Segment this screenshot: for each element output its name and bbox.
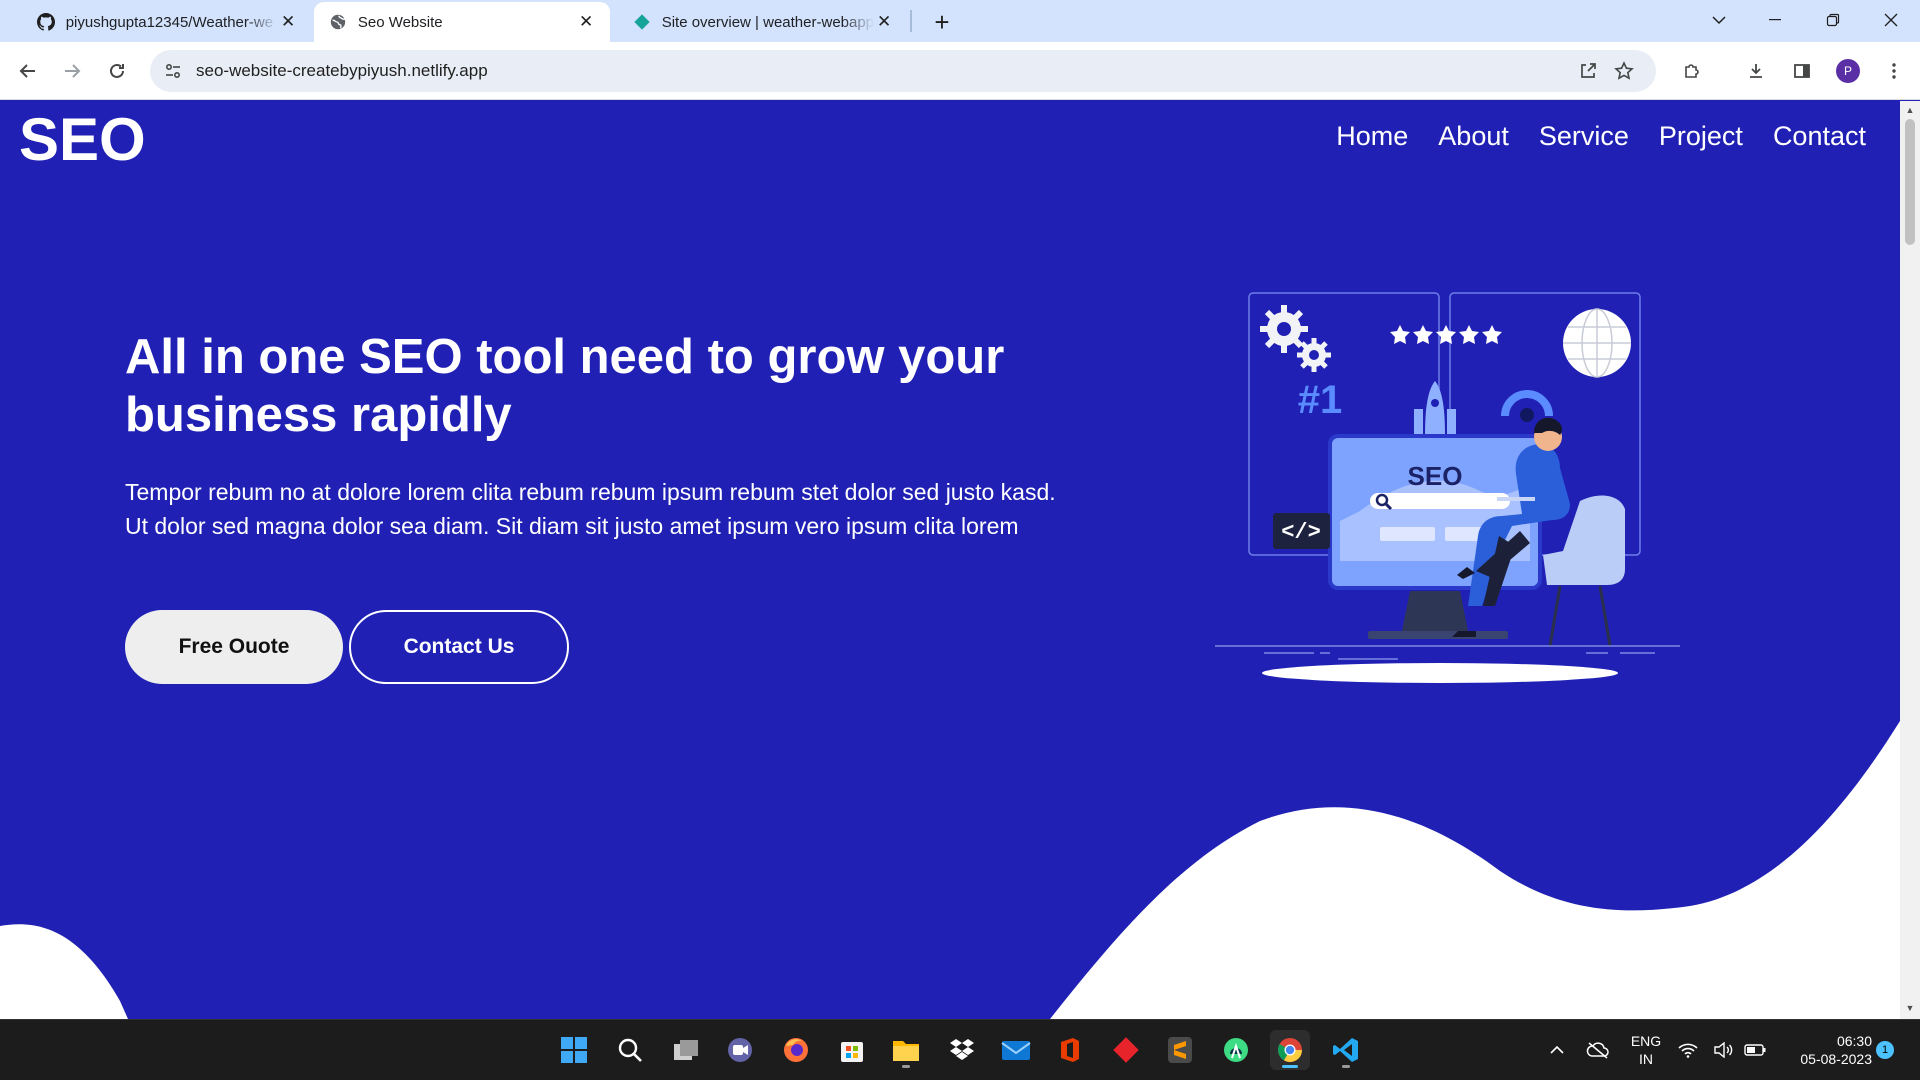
- search-icon[interactable]: [610, 1030, 650, 1070]
- tab-netlify[interactable]: Site overview | weather-webapp ✕: [618, 2, 908, 42]
- side-panel-icon[interactable]: [1786, 55, 1818, 87]
- hero-description: Tempor rebum no at dolore lorem clita re…: [125, 479, 1056, 539]
- github-icon: [36, 12, 56, 32]
- back-button[interactable]: [12, 55, 44, 87]
- close-icon[interactable]: ✕: [576, 12, 596, 32]
- globe-icon: [328, 12, 348, 32]
- nav-about[interactable]: About: [1438, 121, 1509, 152]
- scroll-thumb[interactable]: [1905, 119, 1915, 245]
- office-icon[interactable]: [1050, 1030, 1090, 1070]
- tab-title: Site overview | weather-webapp: [661, 13, 875, 31]
- rating-stars-icon: [1390, 325, 1502, 344]
- close-icon[interactable]: ✕: [874, 12, 894, 32]
- page-scrollbar[interactable]: ▲ ▼: [1900, 101, 1920, 1019]
- close-icon[interactable]: ✕: [278, 12, 298, 32]
- windows-taskbar: ENG IN 06:30 05-08-2023 1: [0, 1019, 1920, 1080]
- forward-button[interactable]: [56, 55, 88, 87]
- url-text: seo-website-createbypiyush.netlify.app: [196, 61, 488, 80]
- code-tag-icon: </>: [1281, 520, 1321, 545]
- menu-kebab-icon[interactable]: [1878, 55, 1910, 87]
- tab-title: Seo Website: [357, 13, 443, 31]
- page-viewport: SEO Home About Service Project Contact A…: [0, 101, 1900, 1019]
- scroll-up-arrow-icon[interactable]: ▲: [1904, 105, 1916, 117]
- windows-start-icon[interactable]: [554, 1030, 594, 1070]
- running-indicator: [902, 1065, 910, 1068]
- nav-project[interactable]: Project: [1659, 121, 1743, 152]
- mail-icon[interactable]: [996, 1030, 1036, 1070]
- share-icon[interactable]: [1578, 61, 1598, 86]
- hero-title: All in one SEO tool need to grow your bu…: [125, 330, 1005, 442]
- task-view-icon[interactable]: [666, 1030, 706, 1070]
- site-info-icon[interactable]: [164, 62, 182, 85]
- netlify-icon: [632, 12, 652, 32]
- chrome-icon[interactable]: [1270, 1030, 1310, 1070]
- nav-contact[interactable]: Contact: [1773, 121, 1866, 152]
- minimize-button[interactable]: [1752, 0, 1798, 40]
- file-explorer-icon[interactable]: [886, 1030, 926, 1070]
- download-icon[interactable]: [1740, 55, 1772, 87]
- notification-badge[interactable]: 1: [1876, 1041, 1894, 1059]
- region-code: IN: [1639, 1051, 1653, 1067]
- input-language[interactable]: ENG IN: [1626, 1032, 1666, 1068]
- scroll-down-arrow-icon[interactable]: ▼: [1904, 1003, 1916, 1015]
- tab-seo-website[interactable]: Seo Website ✕: [314, 2, 610, 42]
- onedrive-offline-icon[interactable]: [1578, 1030, 1618, 1070]
- nav-service[interactable]: Service: [1539, 121, 1629, 152]
- vscode-icon[interactable]: [1326, 1030, 1366, 1070]
- bookmark-star-icon[interactable]: [1614, 61, 1634, 86]
- profile-avatar[interactable]: P: [1836, 59, 1860, 83]
- volume-icon[interactable]: [1708, 1030, 1738, 1070]
- teams-icon[interactable]: [720, 1030, 760, 1070]
- firefox-icon[interactable]: [776, 1030, 816, 1070]
- free-quote-button[interactable]: Free Ouote: [125, 610, 343, 684]
- screen-seo-label: SEO: [1408, 461, 1463, 491]
- git-icon[interactable]: [1106, 1030, 1146, 1070]
- battery-icon[interactable]: [1740, 1030, 1770, 1070]
- running-indicator: [1342, 1065, 1350, 1068]
- android-studio-icon[interactable]: [1216, 1030, 1256, 1070]
- chevron-up-icon[interactable]: [1537, 1030, 1577, 1070]
- sublime-text-icon[interactable]: [1160, 1030, 1200, 1070]
- globe-icon: [1563, 308, 1631, 378]
- site-logo[interactable]: SEO: [19, 105, 146, 174]
- active-app-indicator: [1282, 1065, 1298, 1068]
- seo-illustration: #1 SEO </>: [1215, 292, 1680, 683]
- rank-badge: #1: [1298, 378, 1343, 422]
- address-bar[interactable]: seo-website-createbypiyush.netlify.app: [150, 50, 1656, 92]
- clock-time: 06:30: [1836, 1033, 1872, 1049]
- tab-github[interactable]: piyushgupta12345/Weather-we ✕: [22, 2, 312, 42]
- main-nav: Home About Service Project Contact: [1336, 121, 1866, 152]
- dropbox-icon[interactable]: [942, 1030, 982, 1070]
- restore-button[interactable]: [1810, 0, 1856, 40]
- gear-icon: [1260, 305, 1331, 372]
- tab-title: piyushgupta12345/Weather-we: [65, 13, 274, 31]
- browser-tab-strip: piyushgupta12345/Weather-we ✕ Seo Websit…: [0, 0, 1920, 42]
- reload-button[interactable]: [101, 55, 133, 87]
- contact-us-button[interactable]: Contact Us: [349, 610, 569, 684]
- browser-toolbar: seo-website-createbypiyush.netlify.app P: [0, 42, 1920, 100]
- close-window-button[interactable]: [1868, 0, 1914, 40]
- tab-search-chevron-icon[interactable]: [1696, 0, 1742, 40]
- microsoft-store-icon[interactable]: [832, 1030, 872, 1070]
- nav-home[interactable]: Home: [1336, 121, 1408, 152]
- tab-separator: [910, 10, 912, 32]
- extensions-icon[interactable]: [1676, 55, 1708, 87]
- wifi-icon[interactable]: [1673, 1030, 1703, 1070]
- clock-date: 05-08-2023: [1800, 1051, 1872, 1067]
- new-tab-button[interactable]: +: [926, 6, 958, 38]
- language-code: ENG: [1630, 1033, 1662, 1049]
- clock[interactable]: 06:30 05-08-2023: [1776, 1032, 1872, 1068]
